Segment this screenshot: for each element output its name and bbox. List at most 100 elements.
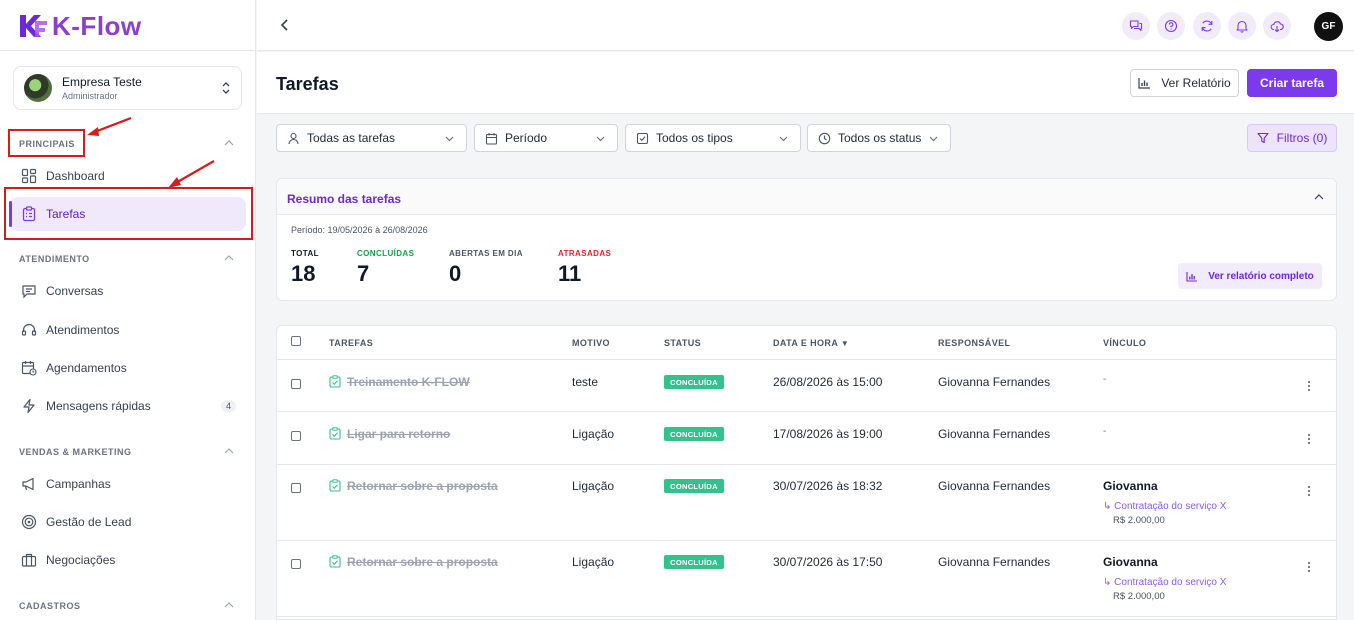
view-report-label: Ver Relatório [1161,76,1231,90]
column-header-responsavel[interactable]: RESPONSÁVEL [938,338,1010,348]
task-name[interactable]: Treinamento K-FLOW [347,375,470,389]
column-header-data-hora[interactable]: DATA E HORA ▼ [773,338,849,348]
row-checkbox[interactable] [291,431,301,441]
chevron-up-icon[interactable] [224,602,234,608]
stat-label: CONCLUÍDAS [357,249,415,258]
link-contact-name[interactable]: Giovanna [1103,555,1158,569]
sidebar-item-label: Agendamentos [46,361,127,375]
company-switcher[interactable]: Empresa Teste Administrador [13,66,242,110]
summary-period: Período: 19/05/2026 à 26/08/2026 [291,225,428,235]
period-filter-value: Período [505,131,548,145]
more-options-icon[interactable] [1307,485,1311,497]
column-header-vinculo[interactable]: VÍNCULO [1103,338,1146,348]
cloud-download-button[interactable] [1263,12,1291,40]
link-deal-value: R$ 2.000,00 [1113,515,1165,526]
link-deal-name[interactable]: ↳ Contratação do serviço X [1103,501,1226,512]
filters-button-label: Filtros (0) [1276,131,1328,145]
period-filter-select[interactable]: Período [474,124,618,152]
table-row[interactable]: Treinamento K-FLOW teste CONCLUÍDA 26/08… [277,360,1336,412]
sidebar-item-gestao-de-lead[interactable]: Gestão de Lead [10,505,246,539]
messages-button[interactable] [1122,12,1150,40]
task-name[interactable]: Retornar sobre a proposta [347,555,498,569]
row-checkbox[interactable] [291,559,301,569]
help-button[interactable] [1157,12,1185,40]
link-contact-name[interactable]: Giovanna [1103,479,1158,493]
chevron-left-icon[interactable] [277,17,293,33]
task-datetime: 30/07/2026 às 18:32 [773,479,883,493]
chevron-up-icon[interactable] [224,255,234,261]
page-title: Tarefas [276,74,339,94]
refresh-icon [1201,20,1213,32]
sidebar-item-label: Gestão de Lead [46,515,132,529]
grid-icon [20,167,38,185]
types-filter-value: Todos os tipos [656,131,733,145]
chevron-up-icon[interactable] [224,140,234,146]
company-role: Administrador [62,91,118,101]
link-deal-name[interactable]: ↳ Contratação do serviço X [1103,577,1226,588]
sidebar: K-Flow Empresa Teste Administrador PRINC… [0,0,256,620]
filters-button[interactable]: Filtros (0) [1247,124,1337,152]
sidebar-item-campanhas[interactable]: Campanhas [10,467,246,501]
more-options-icon[interactable] [1307,433,1311,445]
task-datetime: 30/07/2026 às 17:50 [773,555,883,569]
table-row[interactable]: Retornar sobre a proposta Ligação CONCLU… [277,465,1336,541]
app-name: K-Flow [52,10,142,41]
tasks-filter-select[interactable]: Todas as tarefas [276,124,467,152]
sidebar-item-agendamentos[interactable]: Agendamentos [10,351,246,385]
notifications-button[interactable] [1228,12,1256,40]
refresh-button[interactable] [1193,12,1221,40]
task-done-icon [329,479,341,492]
clock-icon [818,131,832,145]
sidebar-item-negociacoes[interactable]: Negociações [10,543,246,577]
status-filter-select[interactable]: Todos os status [807,124,951,152]
column-header-motivo[interactable]: MOTIVO [572,338,610,348]
sidebar-item-mensagens-rapidas[interactable]: Mensagens rápidas 4 [10,389,246,423]
more-options-icon[interactable] [1307,561,1311,573]
sidebar-item-conversas[interactable]: Conversas [10,274,246,308]
task-done-icon [329,555,341,568]
user-avatar[interactable]: GF [1314,12,1343,41]
column-header-status[interactable]: STATUS [664,338,701,348]
view-report-button[interactable]: Ver Relatório [1130,69,1239,97]
table-row[interactable]: Ligar para retorno Ligação CONCLUÍDA 17/… [277,412,1336,465]
table-row[interactable]: Retornar sobre a proposta Ligação CONCLU… [277,541,1336,617]
row-checkbox[interactable] [291,379,301,389]
task-owner: Giovanna Fernandes [938,375,1051,389]
section-atendimento[interactable]: ATENDIMENTO [19,254,90,264]
create-task-button[interactable]: Criar tarefa [1247,69,1337,97]
sidebar-item-label: Atendimentos [46,323,120,337]
task-name[interactable]: Ligar para retorno [347,427,450,441]
full-report-button[interactable]: Ver relatório completo [1178,263,1322,289]
logo[interactable]: K-Flow [18,10,142,41]
column-header-tarefas[interactable]: TAREFAS [329,338,373,348]
more-options-icon[interactable] [1307,380,1311,392]
status-badge: CONCLUÍDA [664,555,724,569]
messages-icon [1129,20,1143,32]
chevron-up-icon[interactable] [1314,194,1324,200]
annotation-highlight-box [4,187,253,240]
sort-desc-icon: ▼ [840,339,850,348]
summary-title: Resumo das tarefas [287,192,402,206]
chevron-down-icon [929,136,938,142]
company-avatar [24,74,52,102]
link-deal-value: R$ 2.000,00 [1113,591,1165,602]
task-datetime: 17/08/2026 às 19:00 [773,427,883,441]
section-vendas-marketing[interactable]: VENDAS & MARKETING [19,447,132,457]
task-reason: Ligação [572,427,615,441]
chat-icon [20,282,38,300]
types-filter-select[interactable]: Todos os tipos [625,124,801,152]
task-name[interactable]: Retornar sobre a proposta [347,479,498,493]
select-all-checkbox[interactable] [291,336,301,346]
row-checkbox[interactable] [291,483,301,493]
lightning-icon [20,397,38,415]
summary-header[interactable]: Resumo das tarefas [277,179,1336,215]
stat-atrasadas: ATRASADAS 11 [558,249,611,287]
task-owner: Giovanna Fernandes [938,427,1051,441]
sidebar-item-atendimentos[interactable]: Atendimentos [10,313,246,347]
cloud-download-icon [1270,21,1284,33]
company-name: Empresa Teste [62,75,142,89]
bar-chart-icon [1186,271,1198,282]
section-cadastros[interactable]: CADASTROS [19,601,81,611]
table-header: TAREFAS MOTIVO STATUS DATA E HORA ▼ RESP… [277,326,1336,360]
chevron-up-icon[interactable] [224,448,234,454]
